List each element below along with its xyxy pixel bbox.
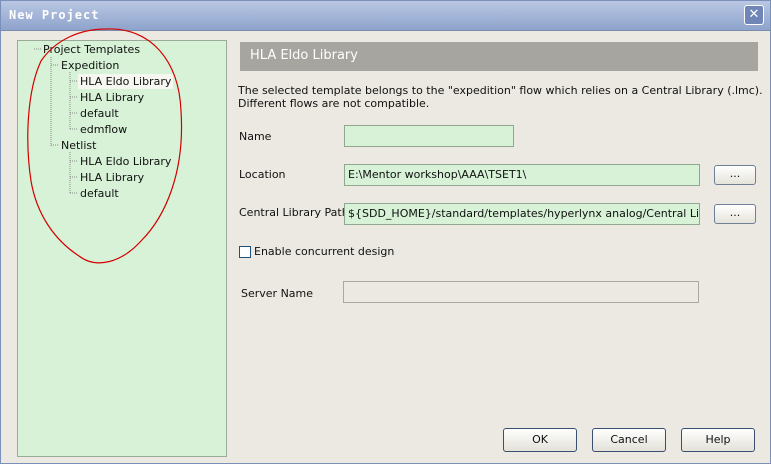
server-name-label: Server Name bbox=[241, 287, 314, 300]
location-field[interactable]: E:\Mentor workshop\AAA\TSET1\ bbox=[344, 164, 700, 186]
template-header-bar: HLA Eldo Library bbox=[240, 42, 758, 71]
tree-item-netlist-hla-eldo-library[interactable]: HLA Eldo Library bbox=[78, 154, 173, 169]
new-project-dialog: New Project ✕ Project Templates Expediti… bbox=[0, 0, 771, 464]
template-description: The selected template belongs to the "ex… bbox=[238, 84, 763, 110]
tree-item-expedition-default[interactable]: default bbox=[78, 106, 121, 121]
window-title: New Project bbox=[9, 8, 100, 22]
location-browse-button[interactable]: ... bbox=[714, 165, 756, 185]
help-button[interactable]: Help bbox=[681, 428, 755, 452]
close-icon: ✕ bbox=[748, 7, 760, 22]
cancel-button[interactable]: Cancel bbox=[592, 428, 666, 452]
location-label: Location bbox=[239, 168, 286, 181]
central-library-path-label: Central Library Path bbox=[239, 206, 349, 219]
title-bar[interactable]: New Project ✕ bbox=[1, 1, 770, 31]
central-library-browse-button[interactable]: ... bbox=[714, 204, 756, 224]
central-library-path-field[interactable]: ${SDD_HOME}/standard/templates/hyperlynx… bbox=[344, 203, 700, 225]
tree-connector-lines bbox=[34, 48, 78, 194]
ok-button[interactable]: OK bbox=[503, 428, 577, 452]
tree-group-expedition[interactable]: Expedition bbox=[59, 58, 121, 73]
template-tree[interactable]: Project Templates Expedition HLA Eldo Li… bbox=[17, 40, 227, 457]
close-button[interactable]: ✕ bbox=[744, 5, 764, 25]
tree-item-expedition-hla-eldo-library[interactable]: HLA Eldo Library bbox=[78, 74, 174, 89]
enable-concurrent-design-checkbox[interactable] bbox=[239, 246, 251, 258]
server-name-field bbox=[343, 281, 699, 303]
tree-item-expedition-edmflow[interactable]: edmflow bbox=[78, 122, 129, 137]
name-field[interactable] bbox=[344, 125, 514, 147]
enable-concurrent-design-label[interactable]: Enable concurrent design bbox=[254, 245, 394, 258]
tree-item-netlist-default[interactable]: default bbox=[78, 186, 121, 201]
template-header-title: HLA Eldo Library bbox=[250, 48, 358, 63]
tree-item-netlist-hla-library[interactable]: HLA Library bbox=[78, 170, 146, 185]
tree-item-expedition-hla-library[interactable]: HLA Library bbox=[78, 90, 146, 105]
tree-group-netlist[interactable]: Netlist bbox=[59, 138, 98, 153]
dialog-body: Project Templates Expedition HLA Eldo Li… bbox=[1, 31, 770, 463]
name-label: Name bbox=[239, 130, 272, 143]
tree-root[interactable]: Project Templates bbox=[41, 42, 142, 57]
